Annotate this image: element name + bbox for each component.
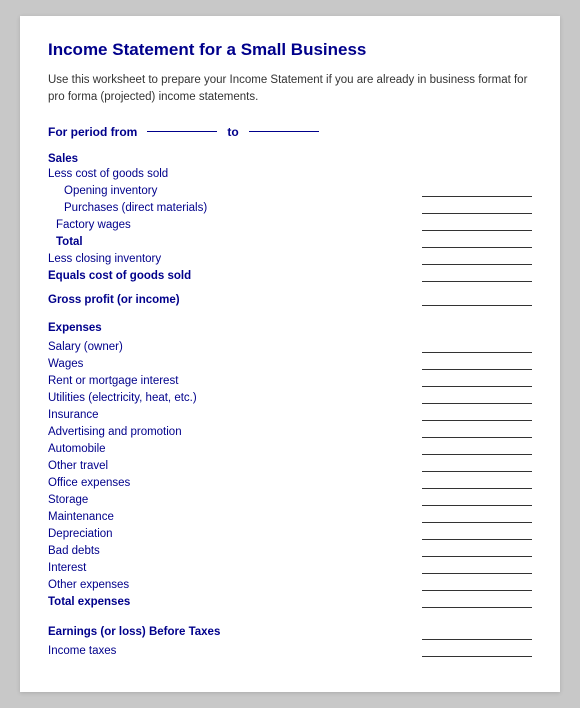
period-to-label: to	[227, 125, 238, 139]
utilities-row: Utilities (electricity, heat, etc.)	[48, 390, 532, 404]
depreciation-row: Depreciation	[48, 526, 532, 540]
period-from-label: For period from	[48, 125, 137, 139]
equals-cost-label: Equals cost of goods sold	[48, 270, 191, 282]
opening-inventory-label: Opening inventory	[64, 185, 157, 197]
expenses-header-row: Expenses	[48, 316, 532, 336]
sales-row: Sales	[48, 153, 532, 165]
office-expenses-input[interactable]	[422, 475, 532, 489]
automobile-input[interactable]	[422, 441, 532, 455]
total-input[interactable]	[422, 234, 532, 248]
equals-cost-input[interactable]	[422, 268, 532, 282]
bad-debts-row: Bad debts	[48, 543, 532, 557]
bad-debts-label: Bad debts	[48, 545, 100, 557]
interest-label: Interest	[48, 562, 86, 574]
wages-label: Wages	[48, 358, 83, 370]
opening-inventory-row: Opening inventory	[48, 183, 532, 197]
interest-input[interactable]	[422, 560, 532, 574]
purchases-input[interactable]	[422, 200, 532, 214]
period-to-line	[249, 131, 319, 132]
earnings-input[interactable]	[422, 626, 532, 640]
depreciation-label: Depreciation	[48, 528, 113, 540]
storage-row: Storage	[48, 492, 532, 506]
income-taxes-row: Income taxes	[48, 643, 532, 657]
office-expenses-row: Office expenses	[48, 475, 532, 489]
earnings-label: Earnings (or loss) Before Taxes	[48, 626, 220, 638]
salary-input[interactable]	[422, 339, 532, 353]
other-travel-label: Other travel	[48, 460, 108, 472]
less-cost-label: Less cost of goods sold	[48, 168, 168, 180]
other-expenses-row: Other expenses	[48, 577, 532, 591]
interest-row: Interest	[48, 560, 532, 574]
sales-label: Sales	[48, 153, 78, 165]
factory-wages-row: Factory wages	[48, 217, 532, 231]
maintenance-row: Maintenance	[48, 509, 532, 523]
description-text: Use this worksheet to prepare your Incom…	[48, 72, 532, 107]
total-row: Total	[48, 234, 532, 248]
maintenance-label: Maintenance	[48, 511, 114, 523]
utilities-label: Utilities (electricity, heat, etc.)	[48, 392, 197, 404]
purchases-row: Purchases (direct materials)	[48, 200, 532, 214]
page-title: Income Statement for a Small Business	[48, 40, 532, 60]
maintenance-input[interactable]	[422, 509, 532, 523]
gross-profit-input[interactable]	[422, 292, 532, 306]
equals-cost-row: Equals cost of goods sold	[48, 268, 532, 282]
automobile-label: Automobile	[48, 443, 106, 455]
advertising-row: Advertising and promotion	[48, 424, 532, 438]
wages-input[interactable]	[422, 356, 532, 370]
less-cost-row: Less cost of goods sold	[48, 168, 532, 180]
rent-label: Rent or mortgage interest	[48, 375, 178, 387]
wages-row: Wages	[48, 356, 532, 370]
gross-profit-label: Gross profit (or income)	[48, 294, 180, 306]
advertising-label: Advertising and promotion	[48, 426, 182, 438]
earnings-row: Earnings (or loss) Before Taxes	[48, 620, 532, 640]
automobile-row: Automobile	[48, 441, 532, 455]
less-closing-label: Less closing inventory	[48, 253, 161, 265]
period-from-line	[147, 131, 217, 132]
bad-debts-input[interactable]	[422, 543, 532, 557]
factory-wages-input[interactable]	[422, 217, 532, 231]
other-expenses-input[interactable]	[422, 577, 532, 591]
total-expenses-label: Total expenses	[48, 596, 130, 608]
office-expenses-label: Office expenses	[48, 477, 130, 489]
other-travel-row: Other travel	[48, 458, 532, 472]
expenses-label: Expenses	[48, 322, 102, 334]
storage-label: Storage	[48, 494, 88, 506]
opening-inventory-input[interactable]	[422, 183, 532, 197]
salary-label: Salary (owner)	[48, 341, 123, 353]
insurance-row: Insurance	[48, 407, 532, 421]
total-label: Total	[56, 236, 83, 248]
factory-wages-label: Factory wages	[56, 219, 131, 231]
storage-input[interactable]	[422, 492, 532, 506]
advertising-input[interactable]	[422, 424, 532, 438]
income-taxes-label: Income taxes	[48, 645, 116, 657]
depreciation-input[interactable]	[422, 526, 532, 540]
insurance-input[interactable]	[422, 407, 532, 421]
less-closing-input[interactable]	[422, 251, 532, 265]
rent-row: Rent or mortgage interest	[48, 373, 532, 387]
income-statement-page: Income Statement for a Small Business Us…	[20, 16, 560, 692]
gross-profit-row: Gross profit (or income)	[48, 292, 532, 306]
total-expenses-input[interactable]	[422, 594, 532, 608]
total-expenses-row: Total expenses	[48, 594, 532, 608]
other-expenses-label: Other expenses	[48, 579, 129, 591]
purchases-label: Purchases (direct materials)	[64, 202, 207, 214]
less-closing-row: Less closing inventory	[48, 251, 532, 265]
other-travel-input[interactable]	[422, 458, 532, 472]
utilities-input[interactable]	[422, 390, 532, 404]
insurance-label: Insurance	[48, 409, 99, 421]
income-taxes-input[interactable]	[422, 643, 532, 657]
salary-row: Salary (owner)	[48, 339, 532, 353]
rent-input[interactable]	[422, 373, 532, 387]
period-row: For period from to	[48, 125, 532, 139]
